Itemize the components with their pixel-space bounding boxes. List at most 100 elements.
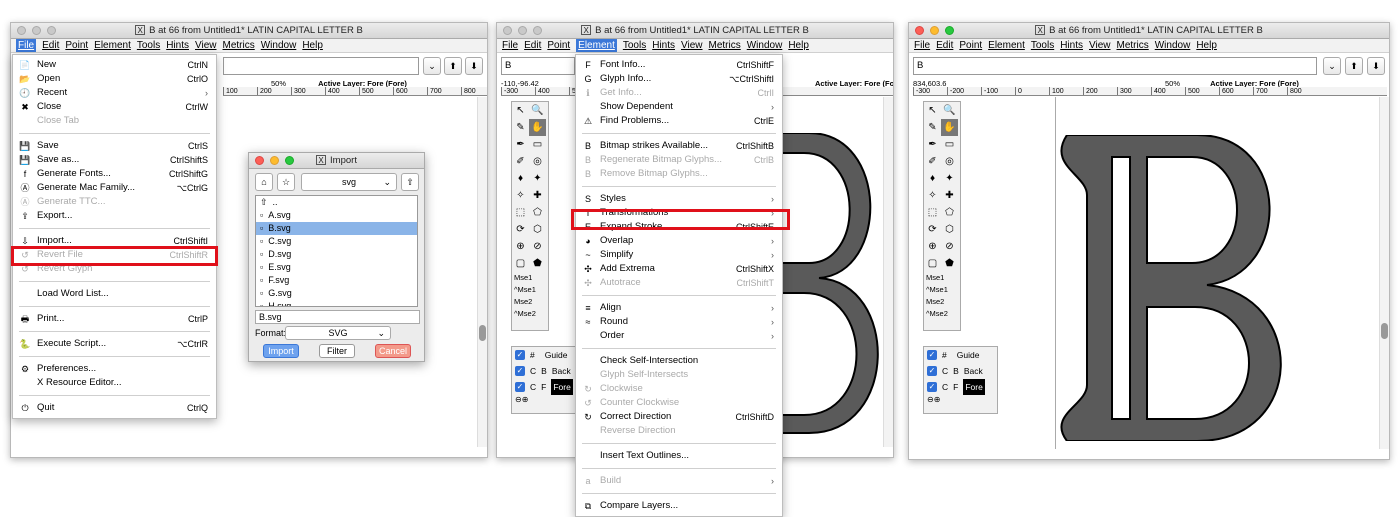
menu-file[interactable]: File	[502, 39, 518, 52]
close-dot[interactable]	[915, 26, 924, 35]
dropdown-button[interactable]: ⌄	[1323, 57, 1341, 75]
tool-10-icon[interactable]: ✧	[512, 187, 529, 204]
menu-view[interactable]: View	[1089, 39, 1111, 52]
format-select[interactable]: SVG ⌄	[285, 326, 391, 340]
down-button[interactable]: ⬇	[1367, 57, 1385, 75]
tool-5-icon[interactable]: ▭	[941, 136, 958, 153]
tool-9-icon[interactable]: ✦	[941, 170, 958, 187]
tool-2-icon[interactable]: ✎	[924, 119, 941, 136]
menu-edit[interactable]: Edit	[42, 39, 59, 52]
menu-edit[interactable]: Edit	[936, 39, 953, 52]
glyph-name-field[interactable]	[223, 57, 419, 75]
menu-item-overlap[interactable]: ◕ Overlap ›	[576, 234, 782, 248]
tool-13-icon[interactable]: ⬠	[529, 204, 546, 221]
menu-item-close[interactable]: ✖ Close CtrlW	[13, 100, 216, 114]
minimize-dot[interactable]	[32, 26, 41, 35]
layer-add-remove-buttons[interactable]: ⊖⊕	[924, 395, 997, 404]
tool-9-icon[interactable]: ✦	[529, 170, 546, 187]
filter-button[interactable]: Filter	[319, 344, 355, 358]
layer-row-guide[interactable]: ✓ # Guide	[924, 347, 997, 363]
layer-name[interactable]: Back	[964, 363, 983, 379]
menu-tools[interactable]: Tools	[137, 39, 160, 52]
menu-item-find-problems[interactable]: ⚠ Find Problems... CtrlE	[576, 114, 782, 128]
tool-4-icon[interactable]: ✒	[924, 136, 941, 153]
menu-item-simplify[interactable]: ~ Simplify ›	[576, 248, 782, 262]
menu-item-export[interactable]: ⇪ Export...	[13, 209, 216, 223]
menu-item-align[interactable]: ≡ Align ›	[576, 301, 782, 315]
layer-name[interactable]: Fore	[963, 379, 985, 395]
file-list-item[interactable]: ▫ H.svg	[256, 300, 417, 306]
layer-visible-checkbox[interactable]: ✓	[927, 366, 937, 376]
glyph-name-field[interactable]: B	[913, 57, 1317, 75]
tool-17-icon[interactable]: ⊘	[529, 238, 546, 255]
tool-4-icon[interactable]: ✒	[512, 136, 529, 153]
dialog-title-bar[interactable]: X Import	[249, 153, 424, 169]
dialog-zoom-dot[interactable]	[285, 156, 294, 165]
tool-6-icon[interactable]: ✐	[512, 153, 529, 170]
menu-tools[interactable]: Tools	[623, 39, 646, 52]
directory-select[interactable]: svg ⌄	[301, 173, 397, 191]
tool-19-icon[interactable]: ⬟	[529, 255, 546, 272]
menu-element[interactable]: Element	[988, 39, 1025, 52]
menu-tools[interactable]: Tools	[1031, 39, 1054, 52]
menu-hints[interactable]: Hints	[166, 39, 189, 52]
menu-file[interactable]: File	[16, 39, 37, 52]
menu-item-styles[interactable]: S Styles ›	[576, 192, 782, 206]
menu-item-check-self-intersection[interactable]: Check Self-Intersection	[576, 354, 782, 368]
layer-visible-checkbox[interactable]: ✓	[515, 366, 525, 376]
filename-input[interactable]: B.svg	[255, 310, 420, 324]
menu-item-add-extrema[interactable]: ✣ Add Extrema CtrlShiftX	[576, 262, 782, 276]
menu-edit[interactable]: Edit	[524, 39, 541, 52]
tool-15-icon[interactable]: ⬡	[941, 221, 958, 238]
menu-item-new[interactable]: 📄 New CtrlN	[13, 58, 216, 72]
menu-window[interactable]: Window	[747, 39, 783, 52]
title-bar[interactable]: XB at 66 from Untitled1* LATIN CAPITAL L…	[497, 23, 893, 39]
file-list-item[interactable]: ▫ C.svg	[256, 235, 417, 248]
tool-3-icon[interactable]: ✋	[529, 119, 546, 136]
tool-11-icon[interactable]: ✚	[529, 187, 546, 204]
file-list[interactable]: ⇧.. ▫ A.svg ▫ B.svg ▫ C.svg ▫ D.svg ▫ E.svg ▫ F.svg ▫…	[255, 195, 418, 307]
minimize-dot[interactable]	[518, 26, 527, 35]
menu-item-generate-mac-family[interactable]: Ⓐ Generate Mac Family... ⌥CtrlG	[13, 181, 216, 195]
tool-6-icon[interactable]: ✐	[924, 153, 941, 170]
up-button[interactable]: ⬆	[1345, 57, 1363, 75]
menu-hints[interactable]: Hints	[1060, 39, 1083, 52]
tool-18-icon[interactable]: ▢	[924, 255, 941, 272]
glyph-name-field[interactable]: B	[501, 57, 575, 75]
layer-name[interactable]: Guide	[545, 347, 568, 363]
menu-item-open[interactable]: 📂 Open CtrlO	[13, 72, 216, 86]
menu-view[interactable]: View	[681, 39, 703, 52]
menu-element[interactable]: Element	[94, 39, 131, 52]
tool-5-icon[interactable]: ▭	[529, 136, 546, 153]
minimize-dot[interactable]	[930, 26, 939, 35]
layer-name[interactable]: Guide	[957, 347, 980, 363]
tool-3-icon[interactable]: ✋	[941, 119, 958, 136]
tool-13-icon[interactable]: ⬠	[941, 204, 958, 221]
dialog-minimize-dot[interactable]	[270, 156, 279, 165]
zoom-dot[interactable]	[47, 26, 56, 35]
layer-visible-checkbox[interactable]: ✓	[515, 382, 525, 392]
tool-2-icon[interactable]: ✎	[512, 119, 529, 136]
menu-item-compare-layers[interactable]: ⧉ Compare Layers...	[576, 499, 782, 513]
tool-12-icon[interactable]: ⬚	[924, 204, 941, 221]
menu-item-load-word-list[interactable]: Load Word List...	[13, 287, 216, 301]
dialog-close-dot[interactable]	[255, 156, 264, 165]
vertical-scrollbar[interactable]	[883, 97, 893, 447]
up-button[interactable]: ⬆	[444, 57, 462, 75]
layer-row-back[interactable]: ✓ C B Back	[924, 363, 997, 379]
tool-16-icon[interactable]: ⊕	[512, 238, 529, 255]
bookmark-star-button[interactable]: ☆	[277, 173, 295, 191]
layer-name[interactable]: Back	[552, 363, 571, 379]
menu-item-save-as[interactable]: 💾 Save as... CtrlShiftS	[13, 153, 216, 167]
tool-10-icon[interactable]: ✧	[924, 187, 941, 204]
menu-metrics[interactable]: Metrics	[223, 39, 255, 52]
menu-point[interactable]: Point	[959, 39, 982, 52]
menu-element[interactable]: Element	[576, 39, 617, 52]
tool-14-icon[interactable]: ⟳	[924, 221, 941, 238]
file-list-item[interactable]: ▫ A.svg	[256, 209, 417, 222]
layer-name[interactable]: Fore	[551, 379, 573, 395]
tool-1-icon[interactable]: 🔍	[941, 102, 958, 119]
menu-metrics[interactable]: Metrics	[1117, 39, 1149, 52]
dropdown-button[interactable]: ⌄	[423, 57, 441, 75]
window-controls[interactable]	[503, 26, 542, 35]
